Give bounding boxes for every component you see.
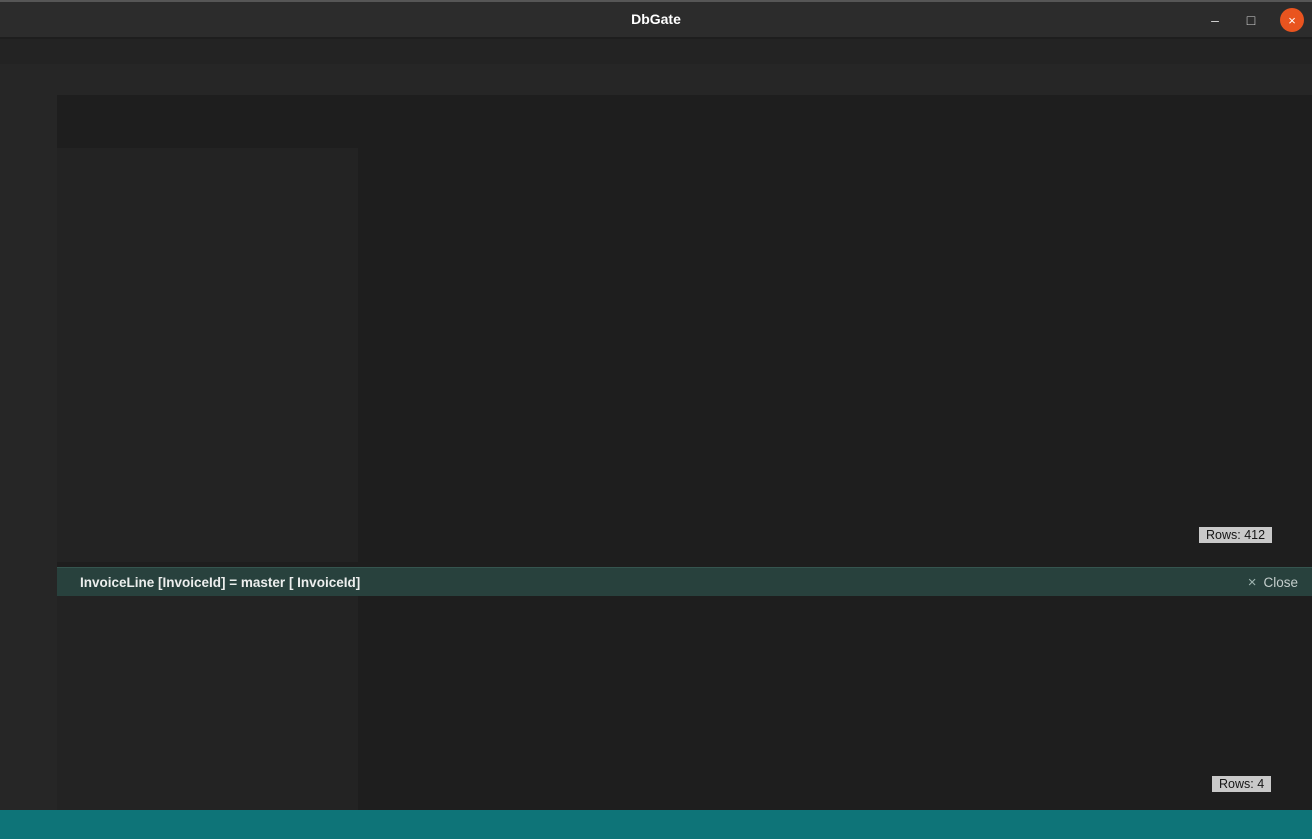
title-bar: DbGate – □ ×: [0, 0, 1312, 37]
close-button[interactable]: ×: [1280, 8, 1304, 32]
status-bar: [0, 810, 1312, 839]
window-title: DbGate: [0, 11, 1312, 27]
left-panel-invoiceline: [57, 596, 358, 810]
minimize-button[interactable]: –: [1208, 12, 1222, 28]
rows-count-badge: Rows: 412: [1199, 527, 1272, 543]
detail-data-grid: [358, 596, 1312, 810]
main-data-grid: [358, 148, 1312, 562]
detail-reference-title: InvoiceLine [InvoiceId] = master [ Invoi…: [80, 575, 360, 590]
close-icon: ×: [1248, 574, 1257, 591]
detail-reference-bar: InvoiceLine [InvoiceId] = master [ Invoi…: [57, 567, 1312, 596]
left-icon-sidebar: [0, 95, 57, 810]
table-tab-bar: [57, 112, 1312, 145]
maximize-button[interactable]: □: [1244, 12, 1258, 28]
left-panel-invoice: [57, 148, 358, 562]
menu-bar: [0, 39, 1312, 64]
toolbar: [0, 64, 1312, 95]
database-group-tab-bar: [57, 95, 1312, 112]
dbgate-window: DbGate – □ × Rows: 412 InvoiceLine [Invo…: [0, 0, 1312, 839]
detail-close-button[interactable]: × Close: [1248, 574, 1298, 591]
detail-rows-count-badge: Rows: 4: [1212, 776, 1271, 792]
